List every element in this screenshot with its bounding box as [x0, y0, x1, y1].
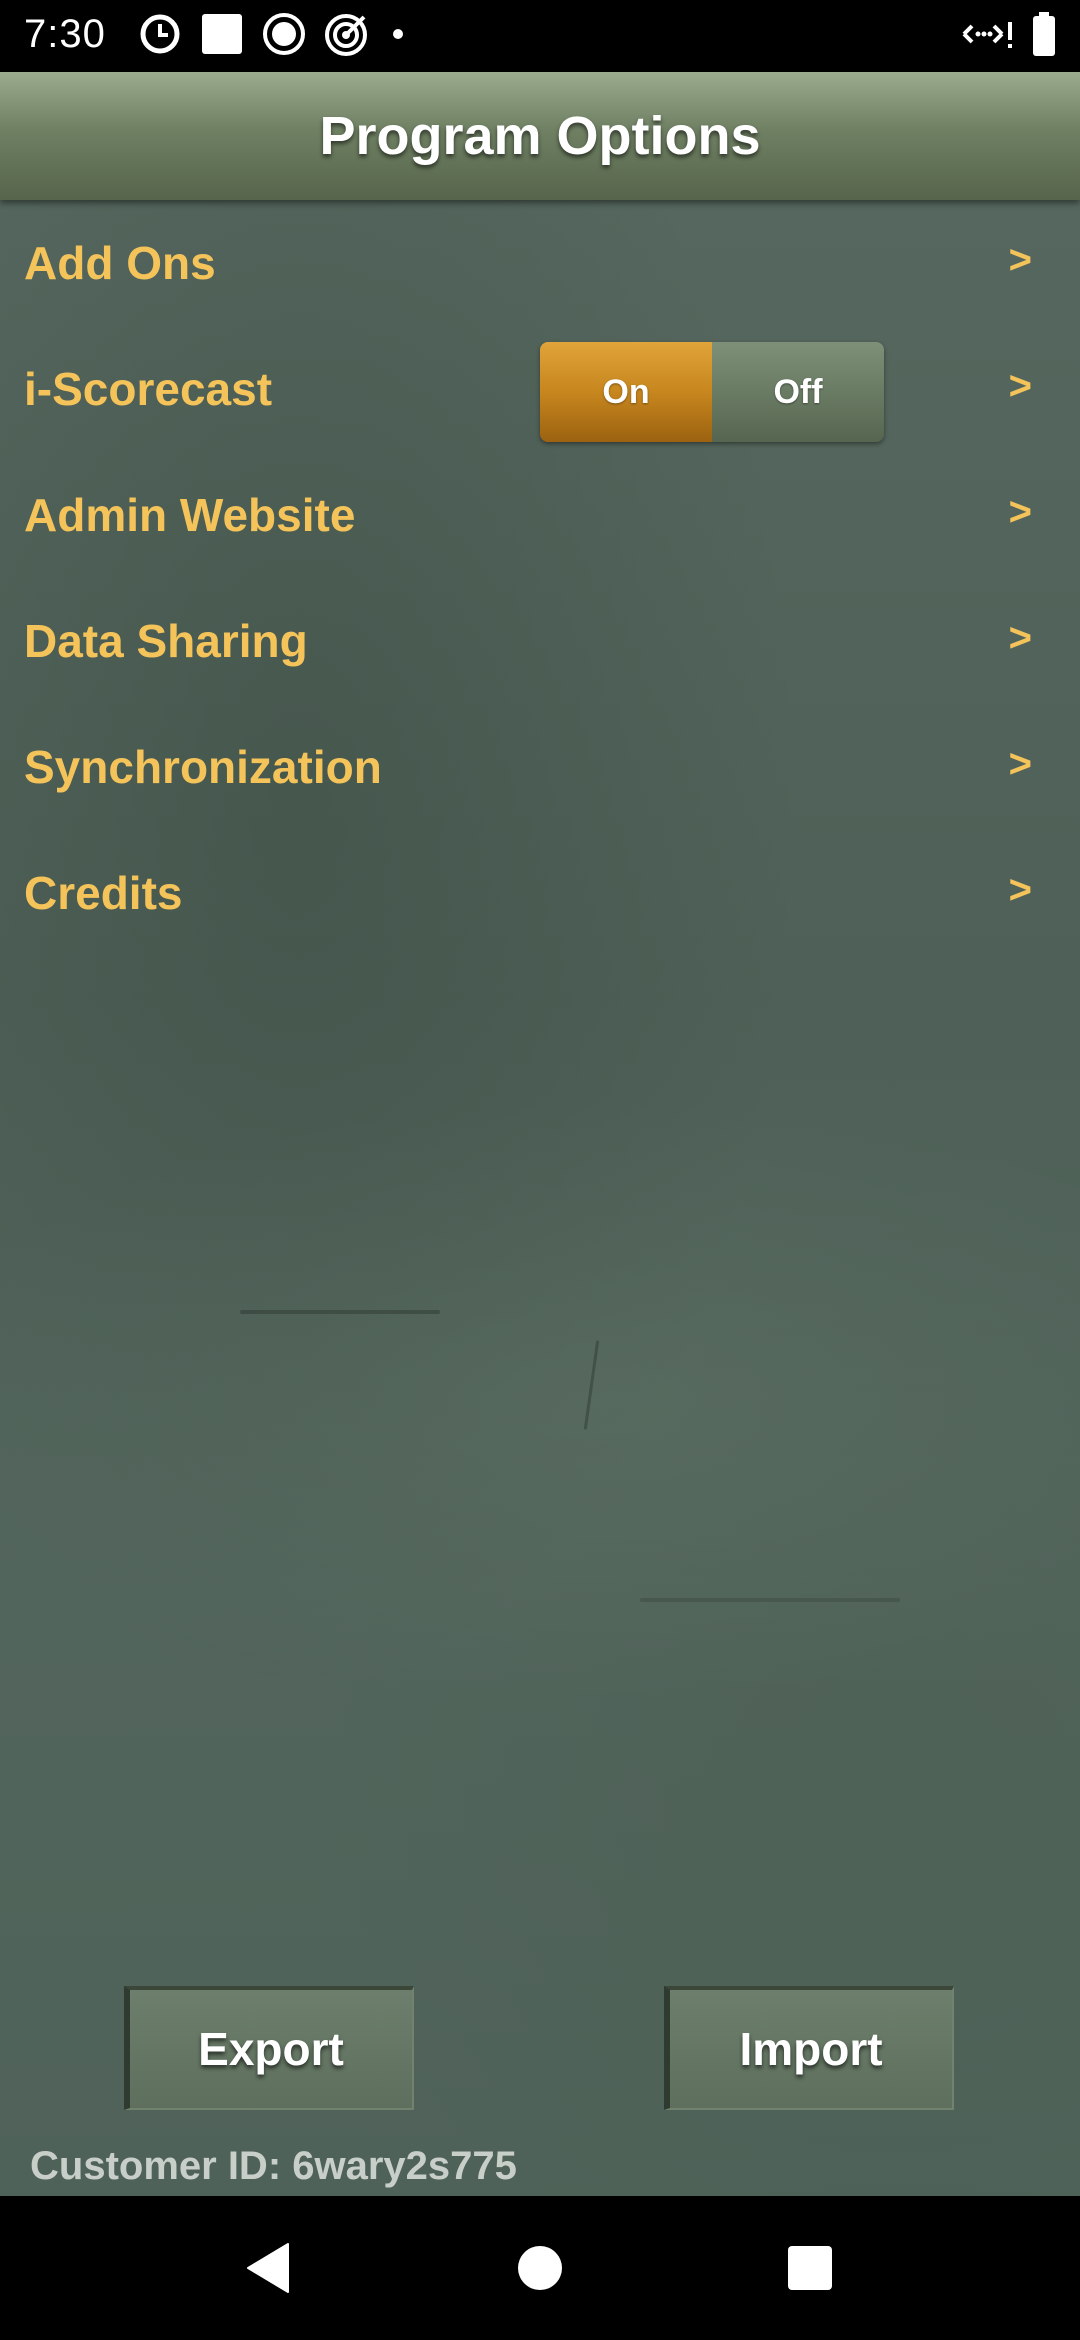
scorecast-toggle: On Off: [540, 342, 884, 442]
dot-icon: [388, 12, 408, 61]
option-label: i-Scorecast: [24, 363, 273, 415]
status-icons-left: [138, 12, 408, 60]
option-credits[interactable]: Credits >: [0, 830, 1080, 956]
status-time: 7:30: [24, 12, 106, 56]
back-icon[interactable]: [238, 2238, 298, 2298]
home-icon[interactable]: [510, 2238, 570, 2298]
toggle-on-button[interactable]: On: [540, 342, 712, 442]
alarm-clock-icon: [138, 12, 182, 61]
app-header: Program Options: [0, 72, 1080, 200]
import-button[interactable]: Import: [664, 1986, 954, 2110]
options-list: Add Ons > i-Scorecast > Admin Website > …: [0, 200, 1080, 956]
option-label: Admin Website: [24, 489, 356, 541]
recents-icon[interactable]: [780, 2238, 840, 2298]
option-add-ons[interactable]: Add Ons >: [0, 200, 1080, 326]
option-label: Data Sharing: [24, 615, 308, 667]
option-data-sharing[interactable]: Data Sharing >: [0, 578, 1080, 704]
chevron-right-icon: >: [1008, 616, 1032, 660]
content-area: Add Ons > i-Scorecast > Admin Website > …: [0, 200, 1080, 2196]
square-notification-icon: [200, 12, 244, 61]
background-texture: [640, 1598, 900, 1602]
option-label: Credits: [24, 867, 183, 919]
chevron-right-icon: >: [1008, 364, 1032, 408]
target-icon: [324, 11, 370, 62]
circle-notification-icon: [262, 12, 306, 61]
option-label: Add Ons: [24, 237, 216, 289]
chevron-right-icon: >: [1008, 742, 1032, 786]
customer-id: Customer ID: 6wary2s775: [30, 2144, 517, 2188]
battery-icon: [1032, 11, 1056, 61]
background-texture: [583, 1340, 600, 1430]
toggle-off-button[interactable]: Off: [712, 342, 884, 442]
option-admin-website[interactable]: Admin Website >: [0, 452, 1080, 578]
page-title: Program Options: [319, 106, 761, 166]
status-bar: 7:30: [0, 0, 1080, 72]
background-texture: [240, 1310, 440, 1314]
status-icons-right: [960, 11, 1056, 61]
export-button[interactable]: Export: [124, 1986, 414, 2110]
navigation-bar: [0, 2196, 1080, 2340]
option-synchronization[interactable]: Synchronization >: [0, 704, 1080, 830]
option-label: Synchronization: [24, 741, 382, 793]
chevron-right-icon: >: [1008, 490, 1032, 534]
chevron-right-icon: >: [1008, 238, 1032, 282]
data-transfer-icon: [960, 14, 1014, 59]
chevron-right-icon: >: [1008, 868, 1032, 912]
